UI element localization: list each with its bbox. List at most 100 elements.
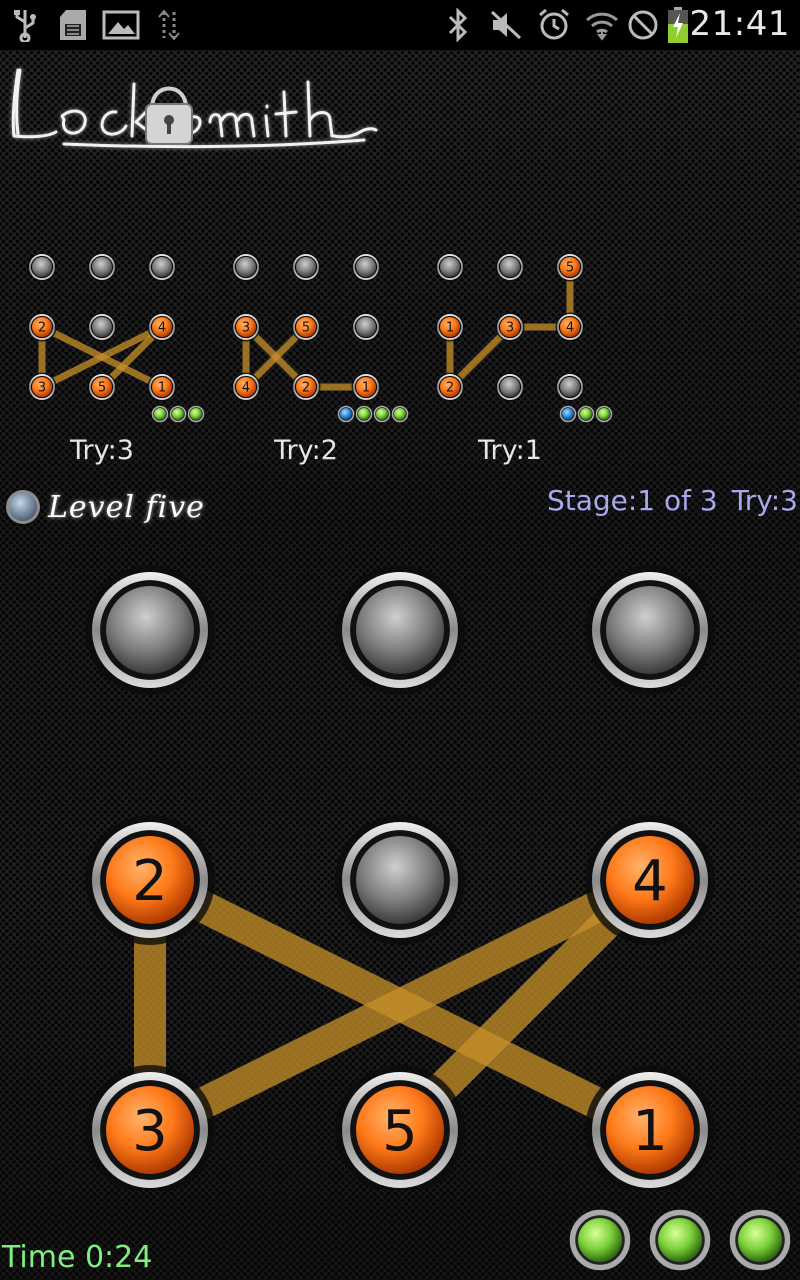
- board-node-5[interactable]: 5: [335, 1065, 465, 1195]
- history-1-node-number: 4: [158, 321, 166, 336]
- wifi-icon: [584, 6, 620, 44]
- history-try-label-3: Try:1: [478, 435, 542, 466]
- history-2-node-number: 4: [242, 381, 250, 396]
- history-3-node-1: 1: [435, 312, 465, 342]
- history-1-node-1: 1: [147, 372, 177, 402]
- board-node-empty[interactable]: [335, 815, 465, 945]
- history-2-node-empty: [291, 252, 321, 282]
- history-board-1: 2 4 3 5 1: [20, 245, 220, 435]
- board-node-number: 3: [132, 1099, 168, 1164]
- usb-icon: [10, 6, 40, 44]
- blocked-icon: [626, 6, 660, 44]
- history-2-node-number: 2: [302, 381, 310, 396]
- tries-remaining: [566, 1205, 796, 1275]
- app-logo: [4, 56, 384, 156]
- history-1-node-5: 5: [87, 372, 117, 402]
- board-node-2[interactable]: 2: [85, 815, 215, 945]
- status-bar: 21:41: [0, 0, 800, 50]
- history-try-label-2: Try:2: [274, 435, 338, 466]
- history-3-node-number: 3: [506, 321, 514, 336]
- history-1-node-empty: [27, 252, 57, 282]
- history-2-node-number: 1: [362, 381, 370, 396]
- history-1-node-empty: [147, 252, 177, 282]
- history-2-node-number: 3: [242, 321, 250, 336]
- history-3-node-empty: [495, 252, 525, 282]
- history-1-node-empty: [87, 252, 117, 282]
- tries-remaining-svg: [569, 1209, 791, 1271]
- level-dot-icon: [6, 490, 40, 524]
- history-2-node-number: 5: [302, 321, 310, 336]
- alarm-icon: [536, 6, 572, 44]
- history-1-node-number: 5: [98, 381, 106, 396]
- history-3-node-4: 4: [555, 312, 585, 342]
- board-node-empty[interactable]: [85, 565, 215, 695]
- history-2-node-1: 1: [351, 372, 381, 402]
- level-indicator: Level five: [6, 482, 205, 532]
- clock-time: 21:41: [689, 4, 790, 44]
- board-node-1[interactable]: 1: [585, 1065, 715, 1195]
- sync-icon: [156, 6, 182, 44]
- history-3-result-dot-1: [559, 405, 577, 423]
- history-3-node-number: 5: [566, 261, 574, 276]
- history-2-result-dot-4: [391, 405, 409, 423]
- history-1-result-dot-3: [187, 405, 205, 423]
- history-1-node-4: 4: [147, 312, 177, 342]
- history-3-node-empty: [435, 252, 465, 282]
- level-label: Level five: [48, 489, 205, 525]
- stage-label: Stage:1 of 3: [546, 484, 718, 517]
- image-icon: [102, 6, 140, 44]
- history-2-node-5: 5: [291, 312, 321, 342]
- history-3-node-2: 2: [435, 372, 465, 402]
- tries-remaining-dot-1: [569, 1209, 631, 1271]
- history-board-2: 3 5 4 2 1: [224, 245, 424, 435]
- history-2-node-empty: [351, 312, 381, 342]
- battery-charging-icon: [666, 6, 690, 44]
- history-2-node-3: 3: [231, 312, 261, 342]
- board-node-3[interactable]: 3: [85, 1065, 215, 1195]
- history-2-result-dot-3: [373, 405, 391, 423]
- board-node-number: 1: [632, 1099, 668, 1164]
- tries-remaining-dot-2: [649, 1209, 711, 1271]
- current-try-label: Try:3: [731, 484, 798, 517]
- stage-info: Stage:1 of 3 Try:3: [533, 484, 798, 517]
- history-1-node-3: 3: [27, 372, 57, 402]
- tries-remaining-dot-3: [729, 1209, 791, 1271]
- lock-board[interactable]: 2 4 3 5 1: [0, 550, 800, 1195]
- board-node-number: 4: [632, 849, 668, 914]
- logo-lettering: [11, 68, 378, 149]
- history-3-node-number: 4: [566, 321, 574, 336]
- history-try-label-1: Try:3: [70, 435, 134, 466]
- board-node-empty[interactable]: [585, 565, 715, 695]
- board-node-empty[interactable]: [335, 565, 465, 695]
- board-node-number: 2: [132, 849, 168, 914]
- history-2-node-empty: [351, 252, 381, 282]
- history-3-node-number: 2: [446, 381, 454, 396]
- mute-icon: [488, 6, 524, 44]
- history-1-node-number: 1: [158, 381, 166, 396]
- history-3-result-dot-3: [595, 405, 613, 423]
- history-board-1-svg: 2 4 3 5 1: [27, 252, 205, 423]
- history-2-result-dot-1: [337, 405, 355, 423]
- board-node-number: 5: [382, 1099, 418, 1164]
- history-3-node-empty: [495, 372, 525, 402]
- history-board-2-svg: 3 5 4 2 1: [231, 252, 409, 423]
- history-2-node-2: 2: [291, 372, 321, 402]
- history-1-result-dot-1: [151, 405, 169, 423]
- history-1-node-number: 2: [38, 321, 46, 336]
- sd-card-icon: [56, 6, 90, 44]
- history-3-node-5: 5: [555, 252, 585, 282]
- history-3-node-number: 1: [446, 321, 454, 336]
- board-node-4[interactable]: 4: [585, 815, 715, 945]
- lock-board-svg[interactable]: 2 4 3 5 1: [0, 550, 800, 1195]
- history-1-node-number: 3: [38, 381, 46, 396]
- history-3-result-dot-2: [577, 405, 595, 423]
- elapsed-time: Time 0:24: [2, 1240, 153, 1275]
- history-board-3-svg: 5 1 3 4 2: [435, 252, 613, 423]
- history-2-node-empty: [231, 252, 261, 282]
- bluetooth-icon: [444, 6, 472, 44]
- history-2-result-dot-2: [355, 405, 373, 423]
- history-board-3: 5 1 3 4 2: [428, 245, 628, 435]
- history-1-node-2: 2: [27, 312, 57, 342]
- history-2-node-4: 4: [231, 372, 261, 402]
- history-3-node-3: 3: [495, 312, 525, 342]
